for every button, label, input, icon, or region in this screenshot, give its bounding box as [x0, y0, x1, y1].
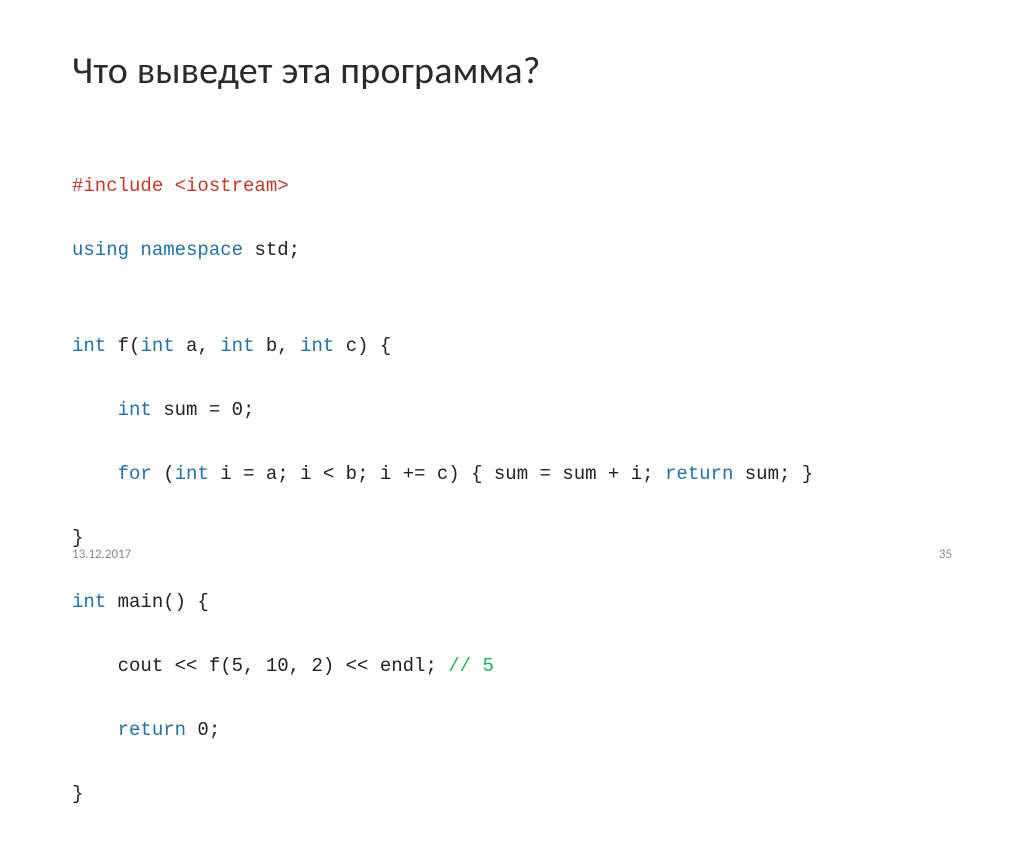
token-keyword: int — [118, 399, 152, 421]
code-line: #include <iostream> — [72, 170, 952, 202]
code-line: int sum = 0; — [72, 394, 952, 426]
token-preproc: <iostream> — [163, 175, 288, 197]
code-line: cout << f(5, 10, 2) << endl; // 5 — [72, 650, 952, 682]
token-keyword: int — [220, 335, 254, 357]
token-keyword: int — [140, 335, 174, 357]
token-keyword: return — [118, 719, 186, 741]
token-keyword: namespace — [129, 239, 243, 261]
token-text: c) { — [334, 335, 391, 357]
token-preproc: #include — [72, 175, 163, 197]
code-line: } — [72, 778, 952, 810]
token-keyword: return — [665, 463, 733, 485]
token-text: a, — [175, 335, 221, 357]
token-text: main() { — [106, 591, 209, 613]
token-text: std; — [243, 239, 300, 261]
slide-title: Что выведет эта программа? — [72, 48, 952, 94]
slide-footer: 13.12.2017 35 — [72, 547, 952, 562]
code-line: for (int i = a; i < b; i += c) { sum = s… — [72, 458, 952, 490]
token-keyword: int — [175, 463, 209, 485]
token-text: f( — [106, 335, 140, 357]
code-block: #include <iostream> using namespace std;… — [72, 138, 952, 842]
token-text: cout << f(5, 10, 2) << endl; — [118, 655, 449, 677]
token-indent — [72, 463, 118, 485]
footer-date: 13.12.2017 — [72, 547, 131, 562]
token-keyword: int — [72, 591, 106, 613]
token-text: sum = 0; — [152, 399, 255, 421]
token-indent — [72, 719, 118, 741]
token-indent — [72, 399, 118, 421]
token-text: i = a; i < b; i += c) { sum = sum + i; — [209, 463, 665, 485]
token-indent — [72, 655, 118, 677]
code-line: int f(int a, int b, int c) { — [72, 330, 952, 362]
token-keyword: int — [300, 335, 334, 357]
token-text: sum; } — [733, 463, 813, 485]
code-line: using namespace std; — [72, 234, 952, 266]
footer-page-number: 35 — [939, 547, 952, 562]
token-text: 0; — [186, 719, 220, 741]
token-keyword: int — [72, 335, 106, 357]
token-comment: // 5 — [448, 655, 494, 677]
token-keyword: for — [118, 463, 152, 485]
code-line: int main() { — [72, 586, 952, 618]
code-line: return 0; — [72, 714, 952, 746]
token-keyword: using — [72, 239, 129, 261]
token-text: ( — [152, 463, 175, 485]
token-text: b, — [254, 335, 300, 357]
